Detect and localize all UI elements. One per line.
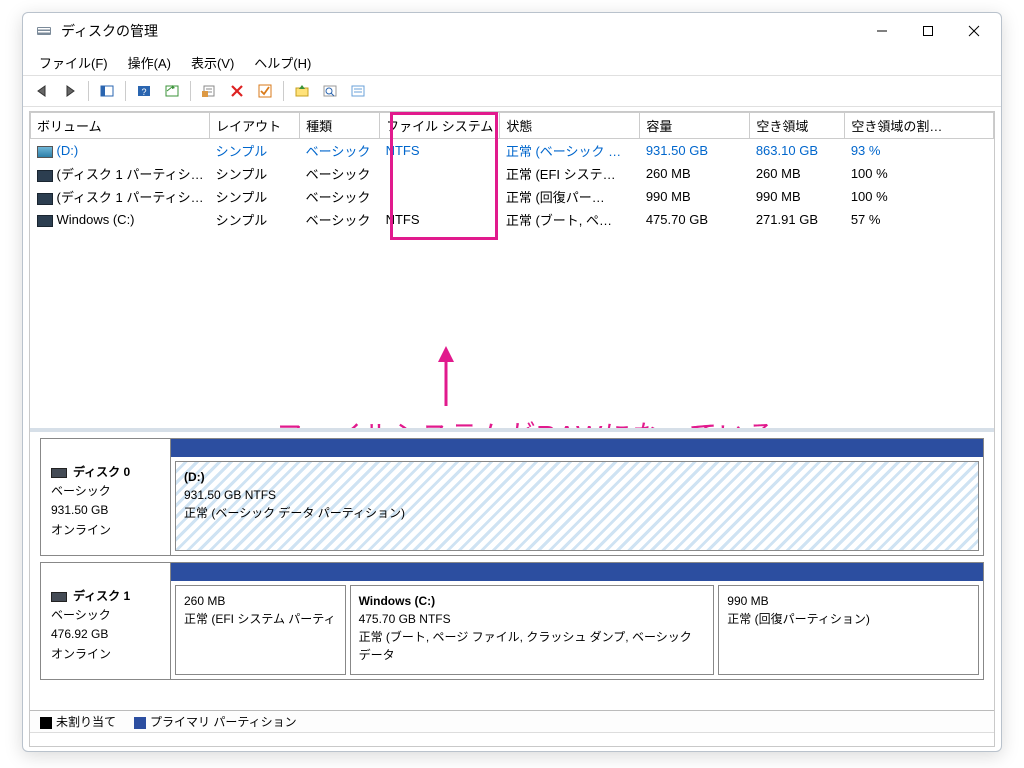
- vol-name: (D:): [57, 143, 79, 158]
- back-button[interactable]: [29, 79, 55, 103]
- volume-icon: [37, 146, 53, 158]
- col-layout[interactable]: レイアウト: [210, 113, 300, 139]
- vol-name: (ディスク 1 パーティシ…: [57, 167, 204, 182]
- legend-primary: プライマリ パーティション: [134, 713, 297, 730]
- annotation-text: ファイルシステムがRAWになっている ＝ 正常にアクセスできない: [276, 412, 776, 428]
- col-freepct[interactable]: 空き領域の割…: [845, 113, 994, 139]
- maximize-button[interactable]: [905, 14, 951, 48]
- vol-name: (ディスク 1 パーティシ…: [57, 190, 204, 205]
- annotation-arrow: [426, 344, 466, 412]
- col-capacity[interactable]: 容量: [640, 113, 750, 139]
- table-row[interactable]: Windows (C:) シンプル ベーシック NTFS 正常 (ブート, ペ……: [31, 208, 994, 231]
- window-title: ディスクの管理: [61, 21, 158, 41]
- svg-text:?: ?: [141, 87, 146, 97]
- col-fs[interactable]: ファイル システム: [380, 113, 500, 139]
- forward-button[interactable]: [57, 79, 83, 103]
- title-bar[interactable]: ディスクの管理: [23, 13, 1001, 49]
- vol-name: Windows (C:): [57, 212, 135, 227]
- table-row[interactable]: (ディスク 1 パーティシ… シンプル ベーシック 正常 (EFI システ… 2…: [31, 162, 994, 185]
- menu-file[interactable]: ファイル(F): [29, 51, 118, 74]
- properties-button[interactable]: [196, 79, 222, 103]
- refresh-button[interactable]: [159, 79, 185, 103]
- disk-header: ディスク 1 ベーシック 476.92 GB オンライン: [41, 563, 171, 679]
- content-area: ボリューム レイアウト 種類 ファイル システム 状態 容量 空き領域 空き領域…: [29, 111, 995, 747]
- col-status[interactable]: 状態: [500, 113, 640, 139]
- list-button[interactable]: [345, 79, 371, 103]
- close-button[interactable]: [951, 14, 997, 48]
- disk-row[interactable]: ディスク 0 ベーシック 931.50 GB オンライン (D:) 931.50…: [40, 438, 984, 556]
- disk-header: ディスク 0 ベーシック 931.50 GB オンライン: [41, 439, 171, 555]
- up-button[interactable]: [289, 79, 315, 103]
- disk-row[interactable]: ディスク 1 ベーシック 476.92 GB オンライン 260 MB 正常 (…: [40, 562, 984, 680]
- app-icon: [35, 22, 53, 40]
- toolbar: ?: [23, 75, 1001, 107]
- menu-action[interactable]: 操作(A): [118, 51, 181, 74]
- volume-table[interactable]: ボリューム レイアウト 種類 ファイル システム 状態 容量 空き領域 空き領域…: [30, 112, 994, 231]
- disk-map-pane: ディスク 0 ベーシック 931.50 GB オンライン (D:) 931.50…: [30, 432, 994, 710]
- status-bar: [30, 732, 994, 746]
- legend-bar: 未割り当て プライマリ パーティション: [30, 710, 994, 732]
- volume-icon: [37, 170, 53, 182]
- menu-bar: ファイル(F) 操作(A) 表示(V) ヘルプ(H): [23, 49, 1001, 75]
- partition-block[interactable]: Windows (C:) 475.70 GB NTFS 正常 (ブート, ページ…: [350, 585, 715, 675]
- help-button[interactable]: ?: [131, 79, 157, 103]
- show-hide-button[interactable]: [94, 79, 120, 103]
- col-volume[interactable]: ボリューム: [31, 113, 210, 139]
- window-frame: ディスクの管理 ファイル(F) 操作(A) 表示(V) ヘルプ(H) ?: [22, 12, 1002, 752]
- volume-icon: [37, 193, 53, 205]
- disk-icon: [51, 468, 67, 478]
- minimize-button[interactable]: [859, 14, 905, 48]
- search-button[interactable]: [317, 79, 343, 103]
- partition-block[interactable]: 990 MB 正常 (回復パーティション): [718, 585, 979, 675]
- menu-view[interactable]: 表示(V): [181, 51, 244, 74]
- check-button[interactable]: [252, 79, 278, 103]
- partition-block[interactable]: 260 MB 正常 (EFI システム パーティ: [175, 585, 346, 675]
- menu-help[interactable]: ヘルプ(H): [244, 51, 321, 74]
- col-type[interactable]: 種類: [300, 113, 380, 139]
- volume-icon: [37, 215, 53, 227]
- partition-block[interactable]: (D:) 931.50 GB NTFS 正常 (ベーシック データ パーティショ…: [175, 461, 979, 551]
- disk-icon: [51, 592, 67, 602]
- col-free[interactable]: 空き領域: [750, 113, 845, 139]
- table-row[interactable]: (D:) シンプル ベーシック NTFS 正常 (ベーシック … 931.50 …: [31, 139, 994, 163]
- legend-unallocated: 未割り当て: [40, 713, 116, 730]
- volume-list-pane: ボリューム レイアウト 種類 ファイル システム 状態 容量 空き領域 空き領域…: [30, 112, 994, 432]
- table-row[interactable]: (ディスク 1 パーティシ… シンプル ベーシック 正常 (回復パー… 990 …: [31, 185, 994, 208]
- delete-button[interactable]: [224, 79, 250, 103]
